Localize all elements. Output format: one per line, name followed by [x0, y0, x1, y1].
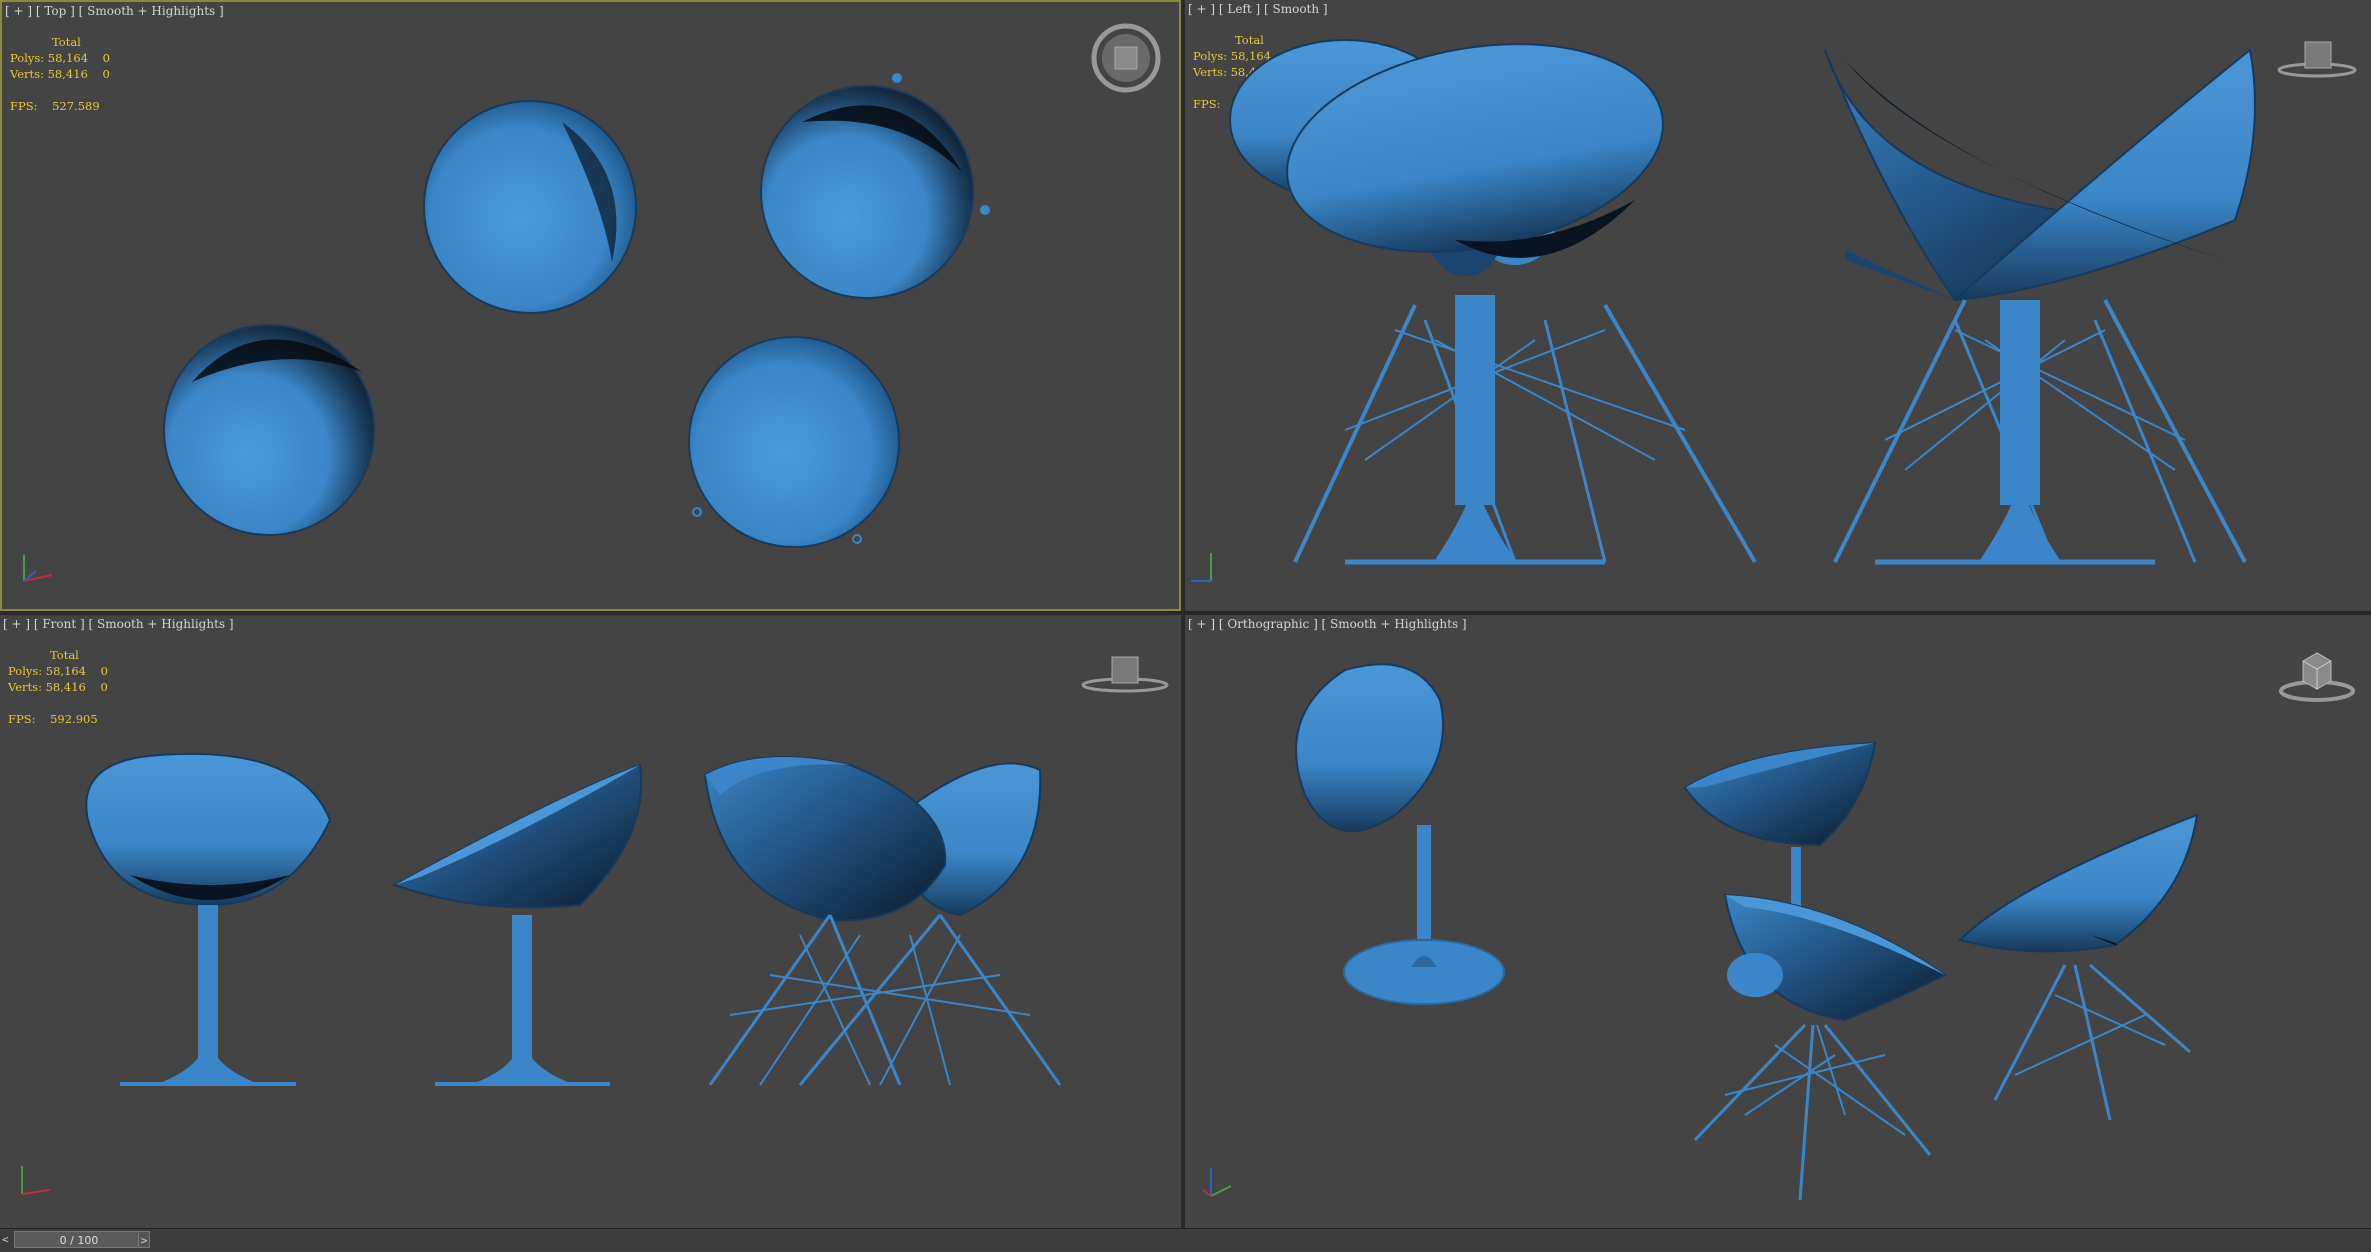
scene-orthographic[interactable] [1185, 615, 2371, 1228]
viewport-front[interactable]: [ + ] [ Front ] [ Smooth + Highlights ] … [0, 615, 1181, 1228]
scene-front[interactable] [0, 615, 1181, 1228]
viewport-left[interactable]: [ + ] [ Left ] [ Smooth ] Total Polys: 5… [1185, 0, 2371, 611]
viewcube-icon[interactable] [2277, 643, 2357, 707]
timeline-next-button[interactable]: > [138, 1231, 150, 1248]
axis-gizmo-icon [21, 1166, 51, 1195]
viewport-orthographic[interactable]: [ + ] [ Orthographic ] [ Smooth + Highli… [1185, 615, 2371, 1228]
scene-left[interactable] [1185, 0, 2371, 611]
scene-top[interactable] [2, 2, 1181, 611]
viewport-top[interactable]: [ + ] [ Top ] [ Smooth + Highlights ] To… [0, 0, 1181, 611]
viewcube-icon[interactable] [2277, 36, 2357, 80]
viewcube-icon[interactable] [1090, 22, 1162, 94]
timeline-bar: < 0 / 100 > [0, 1228, 2371, 1252]
time-slider[interactable]: 0 / 100 [14, 1231, 144, 1248]
viewcube-icon[interactable] [1080, 651, 1170, 695]
timeline-prev-button[interactable]: < [2, 1233, 12, 1247]
axis-gizmo-icon [1191, 553, 1212, 582]
axis-gizmo-icon [1202, 1168, 1232, 1197]
chair-seat-top [688, 336, 900, 548]
axis-gizmo-icon [23, 555, 53, 582]
